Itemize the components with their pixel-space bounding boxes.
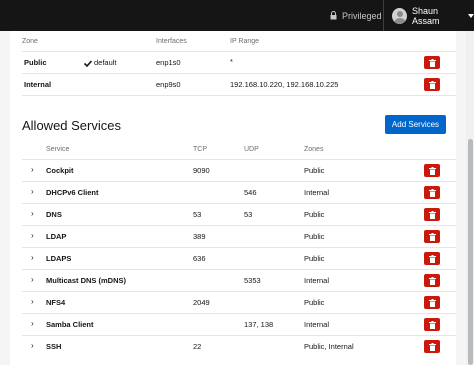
column-header-interfaces: Interfaces xyxy=(156,38,187,45)
service-tcp: 389 xyxy=(193,232,206,241)
delete-zone-button[interactable] xyxy=(424,56,440,69)
user-name: Shaun Assam xyxy=(411,5,440,26)
trash-icon xyxy=(428,58,436,67)
zone-interfaces: enp9s0 xyxy=(156,80,181,89)
default-label: default xyxy=(94,58,117,67)
trash-icon xyxy=(428,80,436,89)
delete-zone-button[interactable] xyxy=(424,78,440,91)
caret-down-icon xyxy=(468,13,474,18)
service-name: Cockpit xyxy=(46,166,74,175)
avatar xyxy=(392,7,407,24)
section-title: Allowed Services xyxy=(22,118,121,133)
trash-icon xyxy=(428,210,436,219)
delete-service-button[interactable] xyxy=(424,318,440,331)
divider xyxy=(22,313,456,314)
checkmark-icon xyxy=(84,59,92,67)
zone-name: Public xyxy=(24,58,47,67)
delete-service-button[interactable] xyxy=(424,186,440,199)
trash-icon xyxy=(428,188,436,197)
service-name: Samba Client xyxy=(46,320,94,329)
delete-service-button[interactable] xyxy=(424,252,440,265)
divider xyxy=(22,51,456,52)
service-udp: 5353 xyxy=(244,276,261,285)
trash-icon xyxy=(428,232,436,241)
service-tcp: 53 xyxy=(193,210,202,219)
add-services-button[interactable]: Add Services xyxy=(385,115,446,134)
firewall-card: Zone Interfaces IP Range Public default … xyxy=(10,31,456,365)
chevron-right-icon[interactable]: › xyxy=(31,319,34,328)
divider xyxy=(22,73,456,74)
column-header-zone: Zone xyxy=(22,38,38,45)
service-name: DNS xyxy=(46,210,62,219)
service-name: NFS4 xyxy=(46,298,66,307)
delete-service-button[interactable] xyxy=(424,208,440,221)
trash-icon xyxy=(428,342,436,351)
divider xyxy=(22,335,456,336)
trash-icon xyxy=(428,254,436,263)
column-header-tcp: TCP xyxy=(193,146,207,153)
chevron-right-icon[interactable]: › xyxy=(31,209,34,218)
chevron-right-icon[interactable]: › xyxy=(31,231,34,240)
service-tcp: 22 xyxy=(193,342,202,351)
privileged-label: Privileged xyxy=(342,10,382,21)
zone-interfaces: enp1s0 xyxy=(156,58,181,67)
default-badge: default xyxy=(84,58,117,68)
divider xyxy=(22,181,456,182)
column-header-service: Service xyxy=(46,146,70,153)
delete-service-button[interactable] xyxy=(424,230,440,243)
service-zones: Internal xyxy=(304,188,330,197)
chevron-right-icon[interactable]: › xyxy=(31,253,34,262)
column-header-ip-range: IP Range xyxy=(230,38,260,45)
trash-icon xyxy=(428,166,436,175)
delete-service-button[interactable] xyxy=(424,296,440,309)
service-zones: Public xyxy=(304,298,325,307)
service-name: DHCPv6 Client xyxy=(46,188,99,197)
chevron-right-icon[interactable]: › xyxy=(31,297,34,306)
zone-ip-range: * xyxy=(230,57,233,66)
service-name: LDAP xyxy=(46,232,67,241)
chevron-right-icon[interactable]: › xyxy=(31,341,34,350)
service-tcp: 9090 xyxy=(193,166,210,175)
delete-service-button[interactable] xyxy=(424,340,440,353)
service-name: Multicast DNS (mDNS) xyxy=(46,276,127,285)
divider xyxy=(22,247,456,248)
divider xyxy=(22,225,456,226)
zone-ip-range: 192.168.10.220, 192.168.10.225 xyxy=(230,80,339,89)
service-zones: Public, Internal xyxy=(304,342,354,351)
divider xyxy=(22,203,456,204)
service-udp: 137, 138 xyxy=(244,320,274,329)
divider xyxy=(22,269,456,270)
divider xyxy=(22,159,456,160)
service-zones: Public xyxy=(304,210,325,219)
service-zones: Internal xyxy=(304,276,330,285)
column-header-zones: Zones xyxy=(304,146,324,153)
column-header-udp: UDP xyxy=(244,146,259,153)
service-zones: Public xyxy=(304,232,325,241)
zone-name: Internal xyxy=(24,80,52,89)
privileged-indicator[interactable]: Privileged xyxy=(330,0,382,31)
service-zones: Public xyxy=(304,254,325,263)
service-name: SSH xyxy=(46,342,62,351)
trash-icon xyxy=(428,320,436,329)
divider xyxy=(22,291,456,292)
chevron-right-icon[interactable]: › xyxy=(31,275,34,284)
delete-service-button[interactable] xyxy=(424,164,440,177)
service-name: LDAPS xyxy=(46,254,72,263)
trash-icon xyxy=(428,298,436,307)
service-zones: Internal xyxy=(304,320,330,329)
service-zones: Public xyxy=(304,166,325,175)
top-navigation-bar: Privileged Shaun Assam xyxy=(0,0,474,31)
lock-icon xyxy=(330,11,337,20)
service-udp: 546 xyxy=(244,188,257,197)
chevron-right-icon[interactable]: › xyxy=(31,187,34,196)
service-tcp: 2049 xyxy=(193,298,210,307)
delete-service-button[interactable] xyxy=(424,274,440,287)
service-udp: 53 xyxy=(244,210,253,219)
divider xyxy=(22,95,456,96)
service-tcp: 636 xyxy=(193,254,206,263)
trash-icon xyxy=(428,276,436,285)
user-menu[interactable]: Shaun Assam xyxy=(383,0,474,31)
scrollbar-thumb[interactable] xyxy=(468,139,473,365)
chevron-right-icon[interactable]: › xyxy=(31,165,34,174)
